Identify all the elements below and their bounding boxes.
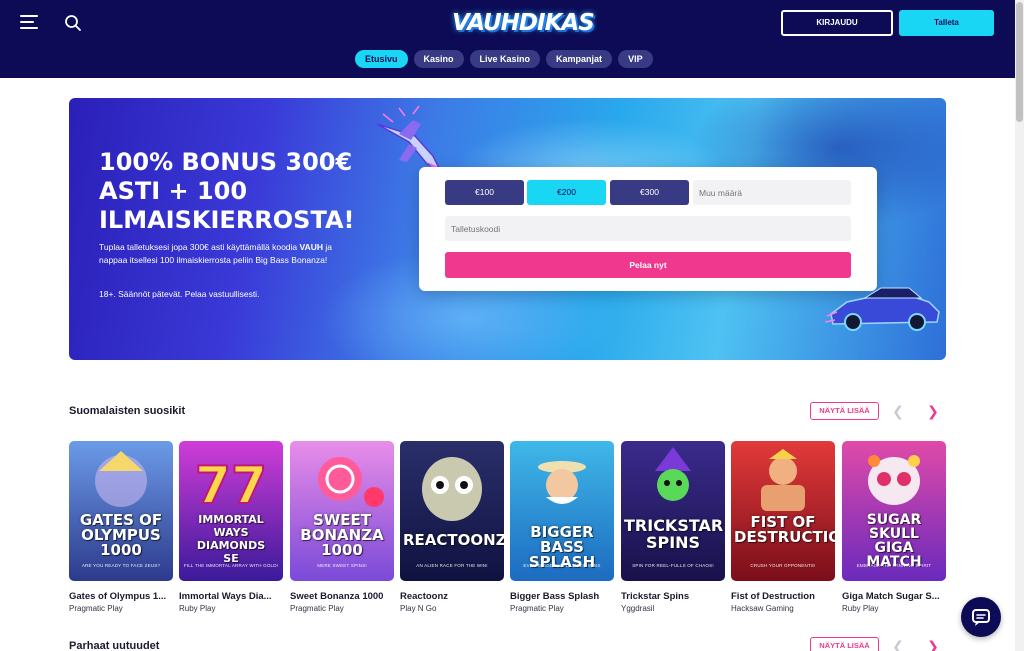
deposit-code-input[interactable]: [445, 216, 851, 241]
game-title[interactable]: Giga Match Sugar S...: [842, 591, 946, 602]
chevron-right-icon[interactable]: ❯: [927, 637, 939, 651]
nav-tab-kasino[interactable]: Kasino: [413, 50, 464, 68]
game-logo-text: REACTOONZ: [403, 531, 504, 549]
show-more-button[interactable]: NÄYTÄ LISÄÄ: [810, 402, 879, 420]
game-thumbnail[interactable]: TRICKSTAR SPINS SPIN FOR REEL-FULLS OF C…: [621, 441, 725, 581]
hero-description: Tuplaa talletuksesi jopa 300€ asti käytt…: [99, 241, 359, 267]
game-provider: Yggdrasil: [621, 604, 655, 613]
game-thumbnail[interactable]: SWEET BONANZA 1000 MERE SWEET SPINS!: [290, 441, 394, 581]
chevron-left-icon[interactable]: ❮: [892, 637, 904, 651]
game-thumbnail[interactable]: GATES OF OLYMPUS 1000 ARE YOU READY TO F…: [69, 441, 173, 581]
amount-100-button[interactable]: €100: [445, 180, 524, 205]
game-tagline: CRUSH YOUR OPPONENTS!: [750, 563, 816, 568]
site-logo[interactable]: VAUHDIKAS: [452, 6, 595, 40]
chevron-left-icon[interactable]: ❮: [892, 402, 904, 420]
game-logo-text: SUGAR SKULL GIGA MATCH: [866, 512, 922, 570]
game-thumbnail[interactable]: REACTOONZ AN ALIEN RACE FOR THE WIN!: [400, 441, 504, 581]
game-logo-text: FIST OF DESTRUCTION: [734, 513, 835, 546]
game-provider: Hacksaw Gaming: [731, 604, 794, 613]
menu-icon[interactable]: [20, 15, 38, 31]
game-provider: Ruby Play: [179, 604, 216, 613]
game-thumbnail[interactable]: 77 IMMORTAL WAYS DIAMONDS SE FILL THE IM…: [179, 441, 283, 581]
game-tagline: MERE SWEET SPINS!: [317, 563, 367, 568]
game-card[interactable]: GATES OF OLYMPUS 1000 ARE YOU READY TO F…: [69, 441, 173, 613]
game-thumbnail[interactable]: BIGGER BASS SPLASH EVEN BIGGER, SPLASHIE…: [510, 441, 614, 581]
deposit-form: €100 €200 €300 Pelaa nyt: [419, 167, 877, 291]
search-icon[interactable]: [64, 14, 82, 32]
game-provider: Pragmatic Play: [510, 604, 564, 613]
game-tagline: AN ALIEN RACE FOR THE WIN!: [416, 563, 488, 568]
other-amount-input[interactable]: [693, 180, 851, 205]
game-title[interactable]: Sweet Bonanza 1000: [290, 591, 394, 602]
game-card[interactable]: 77 IMMORTAL WAYS DIAMONDS SE FILL THE IM…: [179, 441, 283, 613]
game-logo-text: TRICKSTAR SPINS: [624, 516, 724, 552]
section-title-new-games: Parhaat uutuudet: [69, 640, 160, 651]
game-logo-text: GATES OF OLYMPUS 1000: [79, 511, 163, 559]
game-card[interactable]: REACTOONZ AN ALIEN RACE FOR THE WIN! Rea…: [400, 441, 504, 613]
game-card[interactable]: TRICKSTAR SPINS SPIN FOR REEL-FULLS OF C…: [621, 441, 725, 613]
amount-200-button[interactable]: €200: [527, 180, 606, 205]
amount-300-button[interactable]: €300: [610, 180, 689, 205]
game-provider: Play N Go: [400, 604, 437, 613]
game-title[interactable]: Reactoonz: [400, 591, 504, 602]
nav-tab-vip[interactable]: VIP: [618, 50, 653, 68]
game-card[interactable]: FIST OF DESTRUCTION CRUSH YOUR OPPONENTS…: [731, 441, 835, 613]
game-carousel: GATES OF OLYMPUS 1000 ARE YOU READY TO F…: [69, 441, 946, 616]
game-card[interactable]: SUGAR SKULL GIGA MATCH EMBRACE THE WINNI…: [842, 441, 946, 613]
game-logo-text: SWEET BONANZA 1000: [300, 511, 384, 559]
game-tagline: SPIN FOR REEL-FULLS OF CHAOS!: [632, 563, 714, 568]
game-provider: Pragmatic Play: [69, 604, 123, 613]
main-nav: Etusivu Kasino Live Kasino Kampanjat VIP: [355, 50, 653, 68]
responsible-gaming-note: 18+. Säännöt pätevät. Pelaa vastuullises…: [99, 289, 260, 299]
chat-button[interactable]: [961, 597, 1001, 637]
show-more-button[interactable]: NÄYTÄ LISÄÄ: [810, 637, 879, 651]
game-card[interactable]: BIGGER BASS SPLASH EVEN BIGGER, SPLASHIE…: [510, 441, 614, 613]
page-scrollbar[interactable]: [1015, 0, 1024, 651]
game-title[interactable]: Immortal Ways Dia...: [179, 591, 283, 602]
top-header: VAUHDIKAS KIRJAUDU Talleta Etusivu Kasin…: [0, 0, 1015, 78]
nav-tab-kampanjat[interactable]: Kampanjat: [546, 50, 613, 68]
game-art-illustration: [655, 447, 691, 501]
hero-desc-pre: Tuplaa talletuksesi jopa 300€ asti käytt…: [99, 242, 298, 252]
game-tagline: ARE YOU READY TO FACE ZEUS?: [81, 563, 161, 568]
hero-banner: 100% BONUS 300€ ASTI + 100 ILMAISKIERROS…: [69, 98, 946, 360]
game-provider: Ruby Play: [842, 604, 879, 613]
bonus-code: VAUH: [299, 242, 323, 252]
logo-text: VAUHDIKAS: [452, 10, 595, 36]
login-button[interactable]: KIRJAUDU: [781, 10, 893, 36]
game-logo-text: IMMORTAL WAYS DIAMONDS SE: [196, 513, 266, 565]
car-illustration: [825, 287, 940, 331]
game-card[interactable]: SWEET BONANZA 1000 MERE SWEET SPINS! Swe…: [290, 441, 394, 613]
nav-tab-live-kasino[interactable]: Live Kasino: [469, 50, 541, 68]
scrollbar-thumb[interactable]: [1016, 2, 1023, 122]
hero-title: 100% BONUS 300€ ASTI + 100 ILMAISKIERROS…: [99, 148, 355, 234]
game-tagline: EMBRACE THE WINNING SPIRIT: [856, 563, 932, 568]
game-thumbnail[interactable]: SUGAR SKULL GIGA MATCH EMBRACE THE WINNI…: [842, 441, 946, 581]
game-provider: Pragmatic Play: [290, 604, 344, 613]
deposit-button[interactable]: Talleta: [899, 10, 994, 36]
nav-tab-etusivu[interactable]: Etusivu: [355, 50, 408, 68]
game-art-illustration: [422, 457, 482, 521]
chat-icon: [972, 609, 990, 626]
game-title[interactable]: Gates of Olympus 1...: [69, 591, 173, 602]
game-thumbnail[interactable]: FIST OF DESTRUCTION CRUSH YOUR OPPONENTS…: [731, 441, 835, 581]
chevron-right-icon[interactable]: ❯: [927, 402, 939, 420]
game-tagline: FILL THE IMMORTAL ARRAY WITH GOLD!: [183, 563, 279, 568]
svg-text:77: 77: [195, 456, 267, 516]
game-art-illustration: [761, 449, 805, 511]
game-title[interactable]: Bigger Bass Splash: [510, 591, 614, 602]
game-title[interactable]: Trickstar Spins: [621, 591, 725, 602]
game-title[interactable]: Fist of Destruction: [731, 591, 835, 602]
section-title-favorites: Suomalaisten suosikit: [69, 405, 186, 417]
play-now-button[interactable]: Pelaa nyt: [445, 252, 851, 278]
game-tagline: EVEN BIGGER, SPLASHIER WINS: [523, 563, 601, 568]
